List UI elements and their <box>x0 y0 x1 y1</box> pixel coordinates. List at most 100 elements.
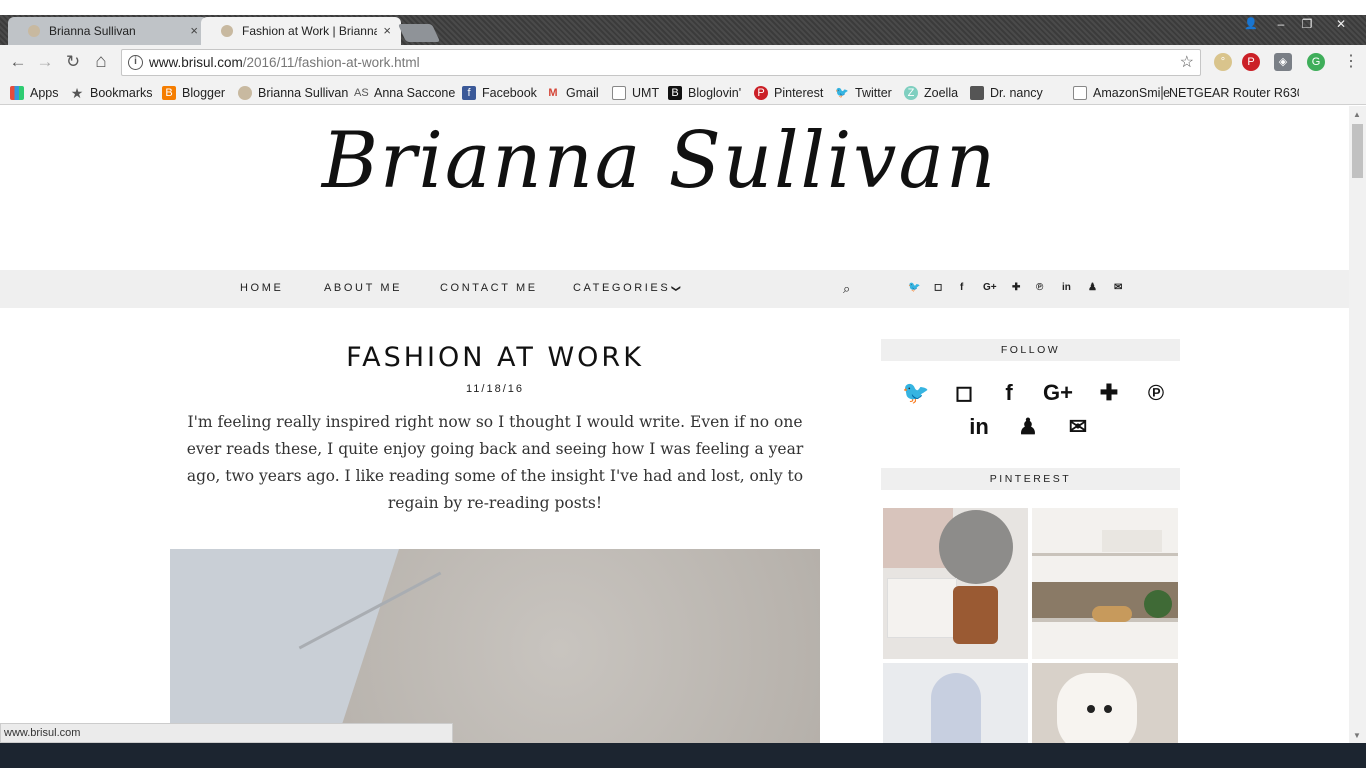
linkedin-icon[interactable]: in <box>1062 282 1071 293</box>
email-icon[interactable]: ✉ <box>1114 282 1122 293</box>
bookmark-star-icon[interactable]: ☆ <box>1180 50 1194 75</box>
site-info-icon[interactable]: i <box>128 55 143 70</box>
bookmark-item[interactable]: Brianna Sullivan <box>238 84 348 102</box>
page-icon <box>612 86 626 100</box>
facebook-icon[interactable]: f <box>960 282 963 293</box>
plus-icon[interactable]: ✚ <box>1012 282 1020 293</box>
extension-icon[interactable]: ◈ <box>1274 53 1292 71</box>
google-plus-icon[interactable]: G+ <box>983 282 997 293</box>
minimize-button[interactable]: – <box>1268 16 1294 33</box>
bookmark-label: Blogger <box>182 86 226 100</box>
facebook-icon[interactable]: f <box>994 380 1024 406</box>
grammarly-extension-icon[interactable]: G <box>1307 53 1325 71</box>
bookmark-label: Apps <box>30 86 59 100</box>
bookmark-label: Pinterest <box>774 86 824 100</box>
bookmark-item[interactable]: NETGEAR Router R630 <box>1161 84 1299 102</box>
page-icon <box>1161 86 1163 100</box>
apps-icon <box>10 86 24 100</box>
browser-toolbar: ← → ↻ ⌂ i www.brisul.com/2016/11/fashion… <box>0 45 1366 80</box>
page-scrollbar[interactable]: ▲ ▼ <box>1349 106 1366 743</box>
menu-icon[interactable]: ⋮ <box>1340 51 1362 73</box>
bookmark-item[interactable]: 🐦 Twitter <box>835 84 892 102</box>
nav-contact-me[interactable]: CONTACT ME <box>440 282 538 294</box>
pinterest-icon[interactable]: ℗ <box>1141 380 1171 406</box>
new-tab-button[interactable] <box>397 24 441 42</box>
site-favicon-icon <box>28 25 40 37</box>
tab-close-icon[interactable]: × <box>190 23 198 38</box>
bookmark-item[interactable]: Dr. nancy <box>970 84 1043 102</box>
url-host: www.brisul.com <box>149 55 243 70</box>
back-button[interactable]: ← <box>7 51 29 73</box>
bookmark-item[interactable]: M Gmail <box>546 84 599 102</box>
twitter-icon[interactable]: 🐦 <box>901 380 931 406</box>
post-title[interactable]: FASHION AT WORK <box>170 342 820 373</box>
bookmark-label: Gmail <box>566 86 599 100</box>
bookmark-item[interactable]: P Pinterest <box>754 84 823 102</box>
box-icon <box>970 86 984 100</box>
status-bar: www.brisul.com <box>0 723 453 743</box>
bookmark-label: Dr. nancy <box>990 86 1043 100</box>
follow-widget-title: FOLLOW <box>881 339 1180 361</box>
site-favicon-icon <box>221 25 233 37</box>
site-icon <box>238 86 252 100</box>
scroll-thumb[interactable] <box>1352 124 1363 178</box>
bookmark-label: AmazonSmile <box>1093 86 1171 100</box>
profile-icon[interactable]: 👤 <box>1238 16 1264 33</box>
bookmark-item[interactable]: AmazonSmile <box>1073 84 1170 102</box>
tab-fashion-at-work[interactable]: Fashion at Work | Brianna Sullivan × <box>201 17 401 45</box>
tab-close-icon[interactable]: × <box>383 23 391 38</box>
nav-categories[interactable]: CATEGORIES❯ <box>573 282 682 294</box>
pinterest-pin-dress[interactable] <box>883 663 1028 743</box>
pinterest-pin-hat-boots[interactable] <box>883 508 1028 659</box>
tab-brianna-sullivan[interactable]: Brianna Sullivan × <box>8 17 208 45</box>
bookmark-label: Bookmarks <box>90 86 153 100</box>
scroll-up-icon[interactable]: ▲ <box>1353 110 1361 119</box>
email-icon[interactable]: ✉ <box>1063 414 1093 440</box>
search-icon[interactable]: ⌕ <box>843 281 850 297</box>
post-date: 11/18/16 <box>465 383 524 395</box>
address-bar[interactable]: i www.brisul.com/2016/11/fashion-at-work… <box>121 49 1201 76</box>
forward-button[interactable]: → <box>34 51 56 73</box>
chevron-down-icon: ❯ <box>671 284 682 293</box>
pinterest-pin-kitchen[interactable] <box>1032 508 1178 659</box>
nav-about-me[interactable]: ABOUT ME <box>324 282 402 294</box>
page-icon <box>1073 86 1087 100</box>
blog-title[interactable]: Brianna Sullivan <box>13 116 1306 206</box>
bookmark-label: Bloglovin' <box>688 86 742 100</box>
pinterest-icon[interactable]: ℗ <box>1036 282 1043 293</box>
bookmark-item[interactable]: Apps <box>10 84 59 102</box>
reload-button[interactable]: ↻ <box>62 51 84 73</box>
bookmark-item[interactable]: ★ Bookmarks <box>70 84 153 102</box>
plus-icon[interactable]: ✚ <box>1094 380 1124 406</box>
star-icon: ★ <box>70 85 84 101</box>
bookmark-item[interactable]: AS Anna Saccone <box>354 84 455 102</box>
google-plus-icon[interactable]: G+ <box>1036 380 1080 406</box>
snapchat-icon[interactable]: ♟ <box>1088 282 1097 293</box>
twitter-icon[interactable]: 🐦 <box>908 282 920 293</box>
tab-strip: Brianna Sullivan × Fashion at Work | Bri… <box>0 15 1366 45</box>
bookmark-item[interactable]: UMT <box>612 84 659 102</box>
os-taskbar <box>0 743 1366 768</box>
extension-icon[interactable]: ° <box>1214 53 1232 71</box>
pinterest-extension-icon[interactable]: P <box>1242 53 1260 71</box>
snapchat-icon[interactable]: ♟ <box>1013 414 1043 440</box>
pinterest-pin-puppy[interactable] <box>1032 663 1178 743</box>
bloglovin-icon: B <box>668 86 682 100</box>
linkedin-icon[interactable]: in <box>964 414 994 440</box>
nav-home[interactable]: HOME <box>240 282 283 294</box>
url-path: /2016/11/fashion-at-work.html <box>242 55 420 70</box>
instagram-icon[interactable]: ◻ <box>949 380 979 406</box>
bookmark-item[interactable]: B Bloglovin' <box>668 84 741 102</box>
bookmark-item[interactable]: f Facebook <box>462 84 537 102</box>
tab-label: Brianna Sullivan <box>49 24 136 38</box>
web-page: Brianna Sullivan HOME ABOUT ME CONTACT M… <box>0 106 1349 743</box>
gmail-icon: M <box>548 87 558 99</box>
bookmark-item[interactable]: B Blogger <box>162 84 225 102</box>
close-window-button[interactable]: ✕ <box>1328 16 1354 33</box>
home-button[interactable]: ⌂ <box>90 51 112 73</box>
bookmark-label: Facebook <box>482 86 537 100</box>
instagram-icon[interactable]: ◻ <box>934 282 942 293</box>
bookmark-item[interactable]: Z Zoella <box>904 84 958 102</box>
restore-button[interactable]: ❐ <box>1294 16 1320 33</box>
scroll-down-icon[interactable]: ▼ <box>1353 731 1361 740</box>
